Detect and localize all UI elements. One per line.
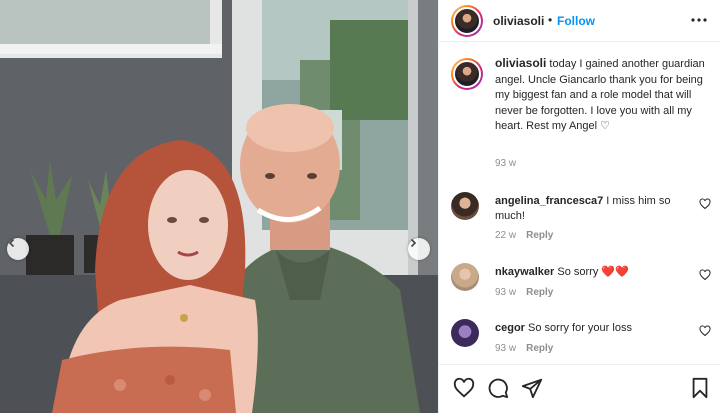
- comment-text: cegor So sorry for your loss: [495, 321, 685, 336]
- author-username[interactable]: oliviasoli: [493, 14, 544, 28]
- comment-timestamp[interactable]: 22 w: [495, 230, 516, 241]
- comment-text: nkaywalker So sorry ❤️❤️: [495, 265, 685, 280]
- commenter-avatar[interactable]: [451, 319, 479, 347]
- chevron-left-icon: [8, 238, 15, 248]
- comment-meta: 93 w Reply: [495, 287, 553, 298]
- separator-dot: •: [548, 13, 553, 27]
- reply-button[interactable]: Reply: [526, 230, 553, 241]
- comment-icon[interactable]: [487, 377, 509, 399]
- comment-like-icon[interactable]: [699, 198, 711, 210]
- previous-image-button[interactable]: [7, 238, 29, 260]
- author-avatar[interactable]: [451, 5, 483, 37]
- comment-body: So sorry ❤️❤️: [557, 266, 629, 278]
- follow-button[interactable]: Follow: [557, 14, 595, 28]
- comment-text: angelina_francesca7 I miss him so much!: [495, 194, 685, 224]
- comment-item: nkaywalker So sorry ❤️❤️ 93 w Reply: [451, 263, 720, 313]
- photo-scene: [0, 0, 438, 413]
- comment-item: angelina_francesca7 I miss him so much! …: [451, 192, 720, 242]
- more-options-button[interactable]: [689, 10, 709, 30]
- comment-body: So sorry for your loss: [528, 322, 632, 334]
- reply-button[interactable]: Reply: [526, 343, 553, 354]
- caption-author-avatar[interactable]: [451, 58, 483, 90]
- commenter-avatar[interactable]: [451, 192, 479, 220]
- comment-like-icon[interactable]: [699, 325, 711, 337]
- post-action-bar: [439, 364, 720, 413]
- commenter-username[interactable]: angelina_francesca7: [495, 195, 603, 207]
- comment-meta: 22 w Reply: [495, 230, 553, 241]
- commenter-avatar[interactable]: [451, 263, 479, 291]
- post-photo[interactable]: [0, 0, 438, 413]
- reply-button[interactable]: Reply: [526, 287, 553, 298]
- caption-timestamp[interactable]: 93 w: [495, 158, 516, 169]
- comment-timestamp[interactable]: 93 w: [495, 343, 516, 354]
- comment-item: cegor So sorry for your loss 93 w Reply: [451, 319, 720, 369]
- post-header: oliviasoli • Follow: [439, 0, 720, 42]
- caption-username[interactable]: oliviasoli: [495, 56, 546, 70]
- commenter-username[interactable]: cegor: [495, 322, 525, 334]
- comment-meta: 93 w Reply: [495, 343, 553, 354]
- more-options-icon: [691, 18, 707, 22]
- heart-icon[interactable]: [453, 377, 475, 399]
- chevron-right-icon: [410, 238, 417, 248]
- comment-timestamp[interactable]: 93 w: [495, 287, 516, 298]
- next-image-button[interactable]: [408, 238, 430, 260]
- bookmark-icon[interactable]: [689, 377, 711, 399]
- commenter-username[interactable]: nkaywalker: [495, 266, 554, 278]
- post-sidebar: oliviasoli • Follow oliviasoli today I g…: [438, 0, 720, 413]
- caption-body: oliviasoli today I gained another guardi…: [495, 56, 713, 135]
- comment-like-icon[interactable]: [699, 269, 711, 281]
- share-icon[interactable]: [521, 377, 543, 399]
